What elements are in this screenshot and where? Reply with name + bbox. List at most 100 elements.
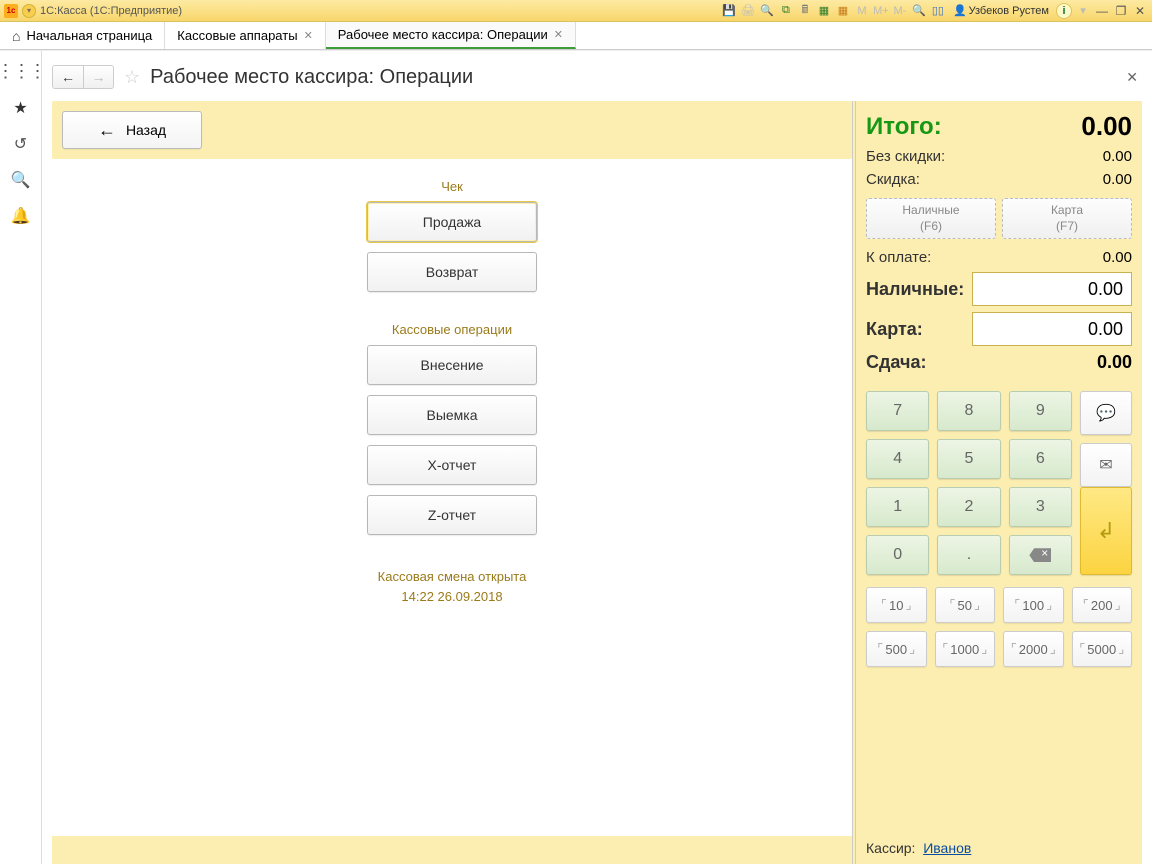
cashier-line: Кассир: Иванов (866, 832, 1132, 856)
key-8[interactable]: 8 (937, 391, 1000, 431)
minimize-button[interactable]: — (1094, 3, 1110, 19)
app-title: 1С:Касса (1С:Предприятие) (40, 5, 182, 17)
close-window-button[interactable]: ✕ (1132, 3, 1148, 19)
panels-icon[interactable]: ▯▯ (930, 3, 946, 19)
back-button-label: Назад (126, 122, 166, 138)
key-email[interactable]: ✉ (1080, 443, 1132, 487)
save-icon[interactable]: 💾 (721, 3, 737, 19)
key-3[interactable]: 3 (1009, 487, 1072, 527)
card-label: Карта: (866, 319, 923, 340)
card-input[interactable] (972, 312, 1132, 346)
denom-2000[interactable]: ⌜2000⌟ (1003, 631, 1064, 667)
backspace-icon (1029, 548, 1051, 562)
zoom-icon[interactable]: 🔍 (911, 3, 927, 19)
denom-100[interactable]: ⌜100⌟ (1003, 587, 1064, 623)
history-icon[interactable]: ↺ (14, 134, 27, 154)
app-menu-dropdown[interactable]: ▾ (22, 4, 36, 18)
key-dot[interactable]: . (937, 535, 1000, 575)
discount-value: 0.00 (1103, 171, 1132, 188)
user-badge[interactable]: 👤Узбеков Рустем (949, 3, 1053, 19)
maximize-button[interactable]: ❐ (1113, 3, 1129, 19)
page-title: Рабочее место кассира: Операции (150, 66, 473, 89)
back-bar: ← Назад (52, 101, 852, 159)
denom-200[interactable]: ⌜200⌟ (1072, 587, 1133, 623)
notifications-icon[interactable]: 🔔 (11, 206, 31, 226)
nodiscount-label: Без скидки: (866, 148, 945, 165)
denom-1000[interactable]: ⌜1000⌟ (935, 631, 996, 667)
cashier-label: Кассир: (866, 840, 915, 856)
key-backspace[interactable] (1009, 535, 1072, 575)
pay-cash-button[interactable]: Наличные (F6) (866, 198, 996, 239)
denom-10[interactable]: ⌜10⌟ (866, 587, 927, 623)
key-6[interactable]: 6 (1009, 439, 1072, 479)
key-0[interactable]: 0 (866, 535, 929, 575)
key-enter[interactable]: ↲ (1080, 487, 1132, 575)
user-name-label: Узбеков Рустем (969, 5, 1049, 17)
cashier-link[interactable]: Иванов (923, 840, 971, 856)
deposit-button[interactable]: Внесение (367, 345, 537, 385)
workspace: ← → ☆ Рабочее место кассира: Операции ✕ … (42, 51, 1152, 864)
denom-500[interactable]: ⌜500⌟ (866, 631, 927, 667)
key-comment[interactable]: 💬 (1080, 391, 1132, 435)
x-report-button[interactable]: Х-отчет (367, 445, 537, 485)
pay-cash-label: Наличные (867, 203, 995, 219)
total-value: 0.00 (1081, 111, 1132, 142)
z-report-button[interactable]: Z-отчет (367, 495, 537, 535)
compare-icon[interactable]: ⧉ (778, 3, 794, 19)
shift-status-label: Кассовая смена открыта (378, 567, 527, 587)
tab-cash-registers[interactable]: Кассовые аппараты ✕ (165, 22, 326, 49)
calc-icon[interactable]: 🖩 (797, 3, 813, 19)
search-icon[interactable]: 🔍 (11, 170, 31, 190)
key-1[interactable]: 1 (866, 487, 929, 527)
key-9[interactable]: 9 (1009, 391, 1072, 431)
tab-strip: ⌂ Начальная страница Кассовые аппараты ✕… (0, 22, 1152, 50)
home-icon: ⌂ (12, 28, 20, 44)
print-icon[interactable]: 🖨 (740, 3, 756, 19)
tab-cashier-operations[interactable]: Рабочее место кассира: Операции ✕ (326, 22, 576, 49)
denom-5000[interactable]: ⌜5000⌟ (1072, 631, 1133, 667)
pay-cash-hint: (F6) (867, 219, 995, 235)
denom-50[interactable]: ⌜50⌟ (935, 587, 996, 623)
apps-icon[interactable]: ⋮⋮⋮ (0, 61, 45, 82)
tab-home[interactable]: ⌂ Начальная страница (0, 22, 165, 49)
tab-label: Рабочее место кассира: Операции (338, 27, 548, 42)
withdraw-button[interactable]: Выемка (367, 395, 537, 435)
memory-m-icon[interactable]: M (854, 3, 870, 19)
key-4[interactable]: 4 (866, 439, 929, 479)
favorite-star-icon[interactable]: ☆ (124, 67, 140, 88)
close-icon[interactable]: ✕ (304, 29, 313, 42)
back-button[interactable]: ← Назад (62, 111, 202, 149)
date-icon[interactable]: ▦ (835, 3, 851, 19)
memory-mplus-icon[interactable]: M+ (873, 3, 889, 19)
workspace-header: ← → ☆ Рабочее место кассира: Операции ✕ (52, 61, 1142, 93)
discount-label: Скидка: (866, 171, 920, 188)
key-7[interactable]: 7 (866, 391, 929, 431)
info-dropdown-icon[interactable]: ▾ (1075, 3, 1091, 19)
close-icon[interactable]: ✕ (554, 28, 563, 41)
key-2[interactable]: 2 (937, 487, 1000, 527)
cash-label: Наличные: (866, 279, 964, 300)
workspace-body: ← Назад Чек Продажа Возврат Кассовые опе… (52, 101, 1142, 864)
nav-forward-button[interactable]: → (83, 66, 113, 88)
main-area: ⋮⋮⋮ ★ ↺ 🔍 🔔 ← → ☆ Рабочее место кассира:… (0, 50, 1152, 864)
nodiscount-value: 0.00 (1103, 148, 1132, 165)
group-receipt-label: Чек (441, 179, 463, 194)
totals-panel: Итого: 0.00 Без скидки: 0.00 Скидка: 0.0… (852, 101, 1142, 864)
memory-mminus-icon[interactable]: M- (892, 3, 908, 19)
shift-info: Кассовая смена открыта 14:22 26.09.2018 (378, 567, 527, 606)
pay-card-button[interactable]: Карта (F7) (1002, 198, 1132, 239)
nav-back-button[interactable]: ← (53, 66, 83, 88)
return-button[interactable]: Возврат (367, 252, 537, 292)
sale-button[interactable]: Продажа (367, 202, 537, 242)
keypad: 7 8 9 4 5 6 💬 ✉ (866, 391, 1132, 675)
key-5[interactable]: 5 (937, 439, 1000, 479)
info-icon[interactable]: i (1056, 3, 1072, 19)
preview-icon[interactable]: 🔍 (759, 3, 775, 19)
close-page-button[interactable]: ✕ (1126, 69, 1138, 86)
cash-input[interactable] (972, 272, 1132, 306)
change-label: Сдача: (866, 352, 926, 373)
topay-label: К оплате: (866, 249, 931, 266)
favorites-icon[interactable]: ★ (13, 98, 27, 118)
pay-card-hint: (F7) (1003, 219, 1131, 235)
calendar-icon[interactable]: ▦ (816, 3, 832, 19)
